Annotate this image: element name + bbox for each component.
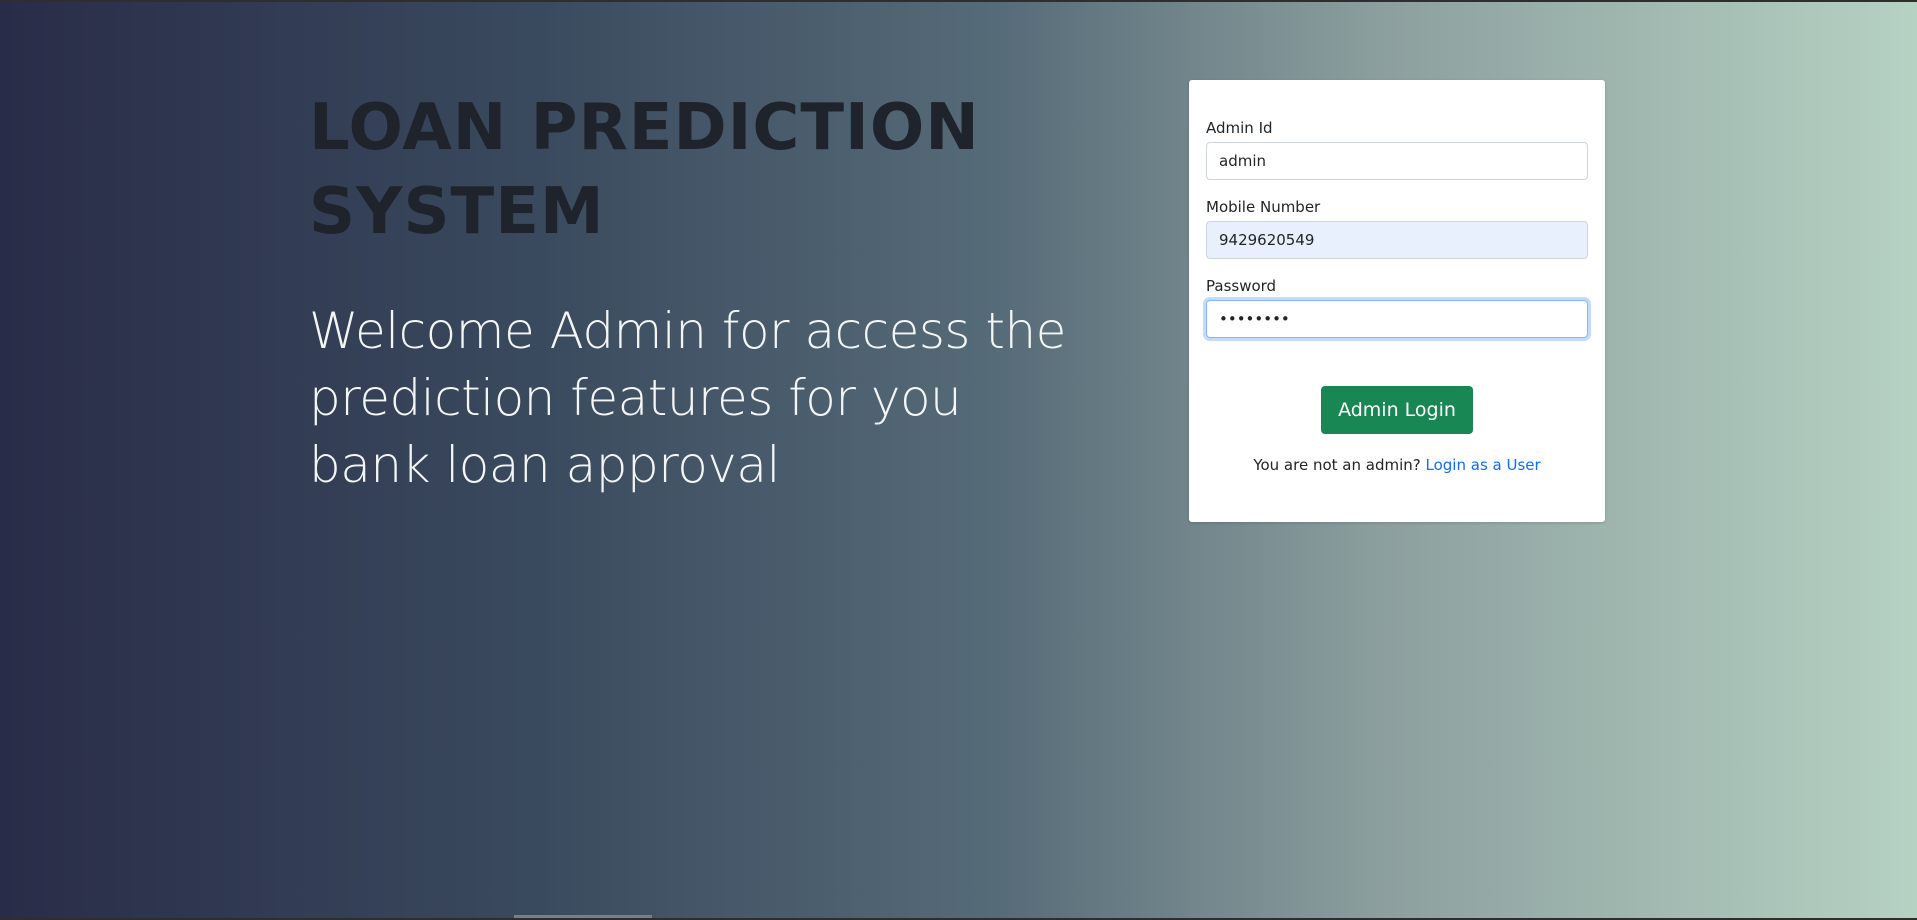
admin-id-field: Admin Id bbox=[1206, 118, 1588, 180]
mobile-number-field: Mobile Number bbox=[1206, 197, 1588, 259]
password-input[interactable] bbox=[1206, 300, 1588, 338]
welcome-text: Welcome Admin for access the prediction … bbox=[309, 302, 1066, 494]
login-as-user-link[interactable]: Login as a User bbox=[1426, 456, 1541, 474]
admin-login-button[interactable]: Admin Login bbox=[1321, 386, 1473, 434]
mobile-number-input[interactable] bbox=[1206, 221, 1588, 259]
switch-login-row: You are not an admin? Login as a User bbox=[1206, 456, 1588, 474]
admin-login-card: Admin Id Mobile Number Password Admin Lo… bbox=[1189, 80, 1605, 522]
horizontal-scrollbar-thumb[interactable] bbox=[514, 915, 652, 918]
password-label: Password bbox=[1206, 277, 1277, 295]
admin-id-label: Admin Id bbox=[1206, 119, 1273, 137]
switch-prompt-text: You are not an admin? bbox=[1253, 456, 1421, 474]
hero-section: LOAN PREDICTION SYSTEM Welcome Admin for… bbox=[309, 86, 1089, 499]
admin-id-input[interactable] bbox=[1206, 142, 1588, 180]
submit-row: Admin Login bbox=[1206, 386, 1588, 434]
mobile-number-label: Mobile Number bbox=[1206, 198, 1321, 216]
password-field: Password bbox=[1206, 276, 1588, 338]
page-title: LOAN PREDICTION SYSTEM bbox=[309, 91, 980, 249]
